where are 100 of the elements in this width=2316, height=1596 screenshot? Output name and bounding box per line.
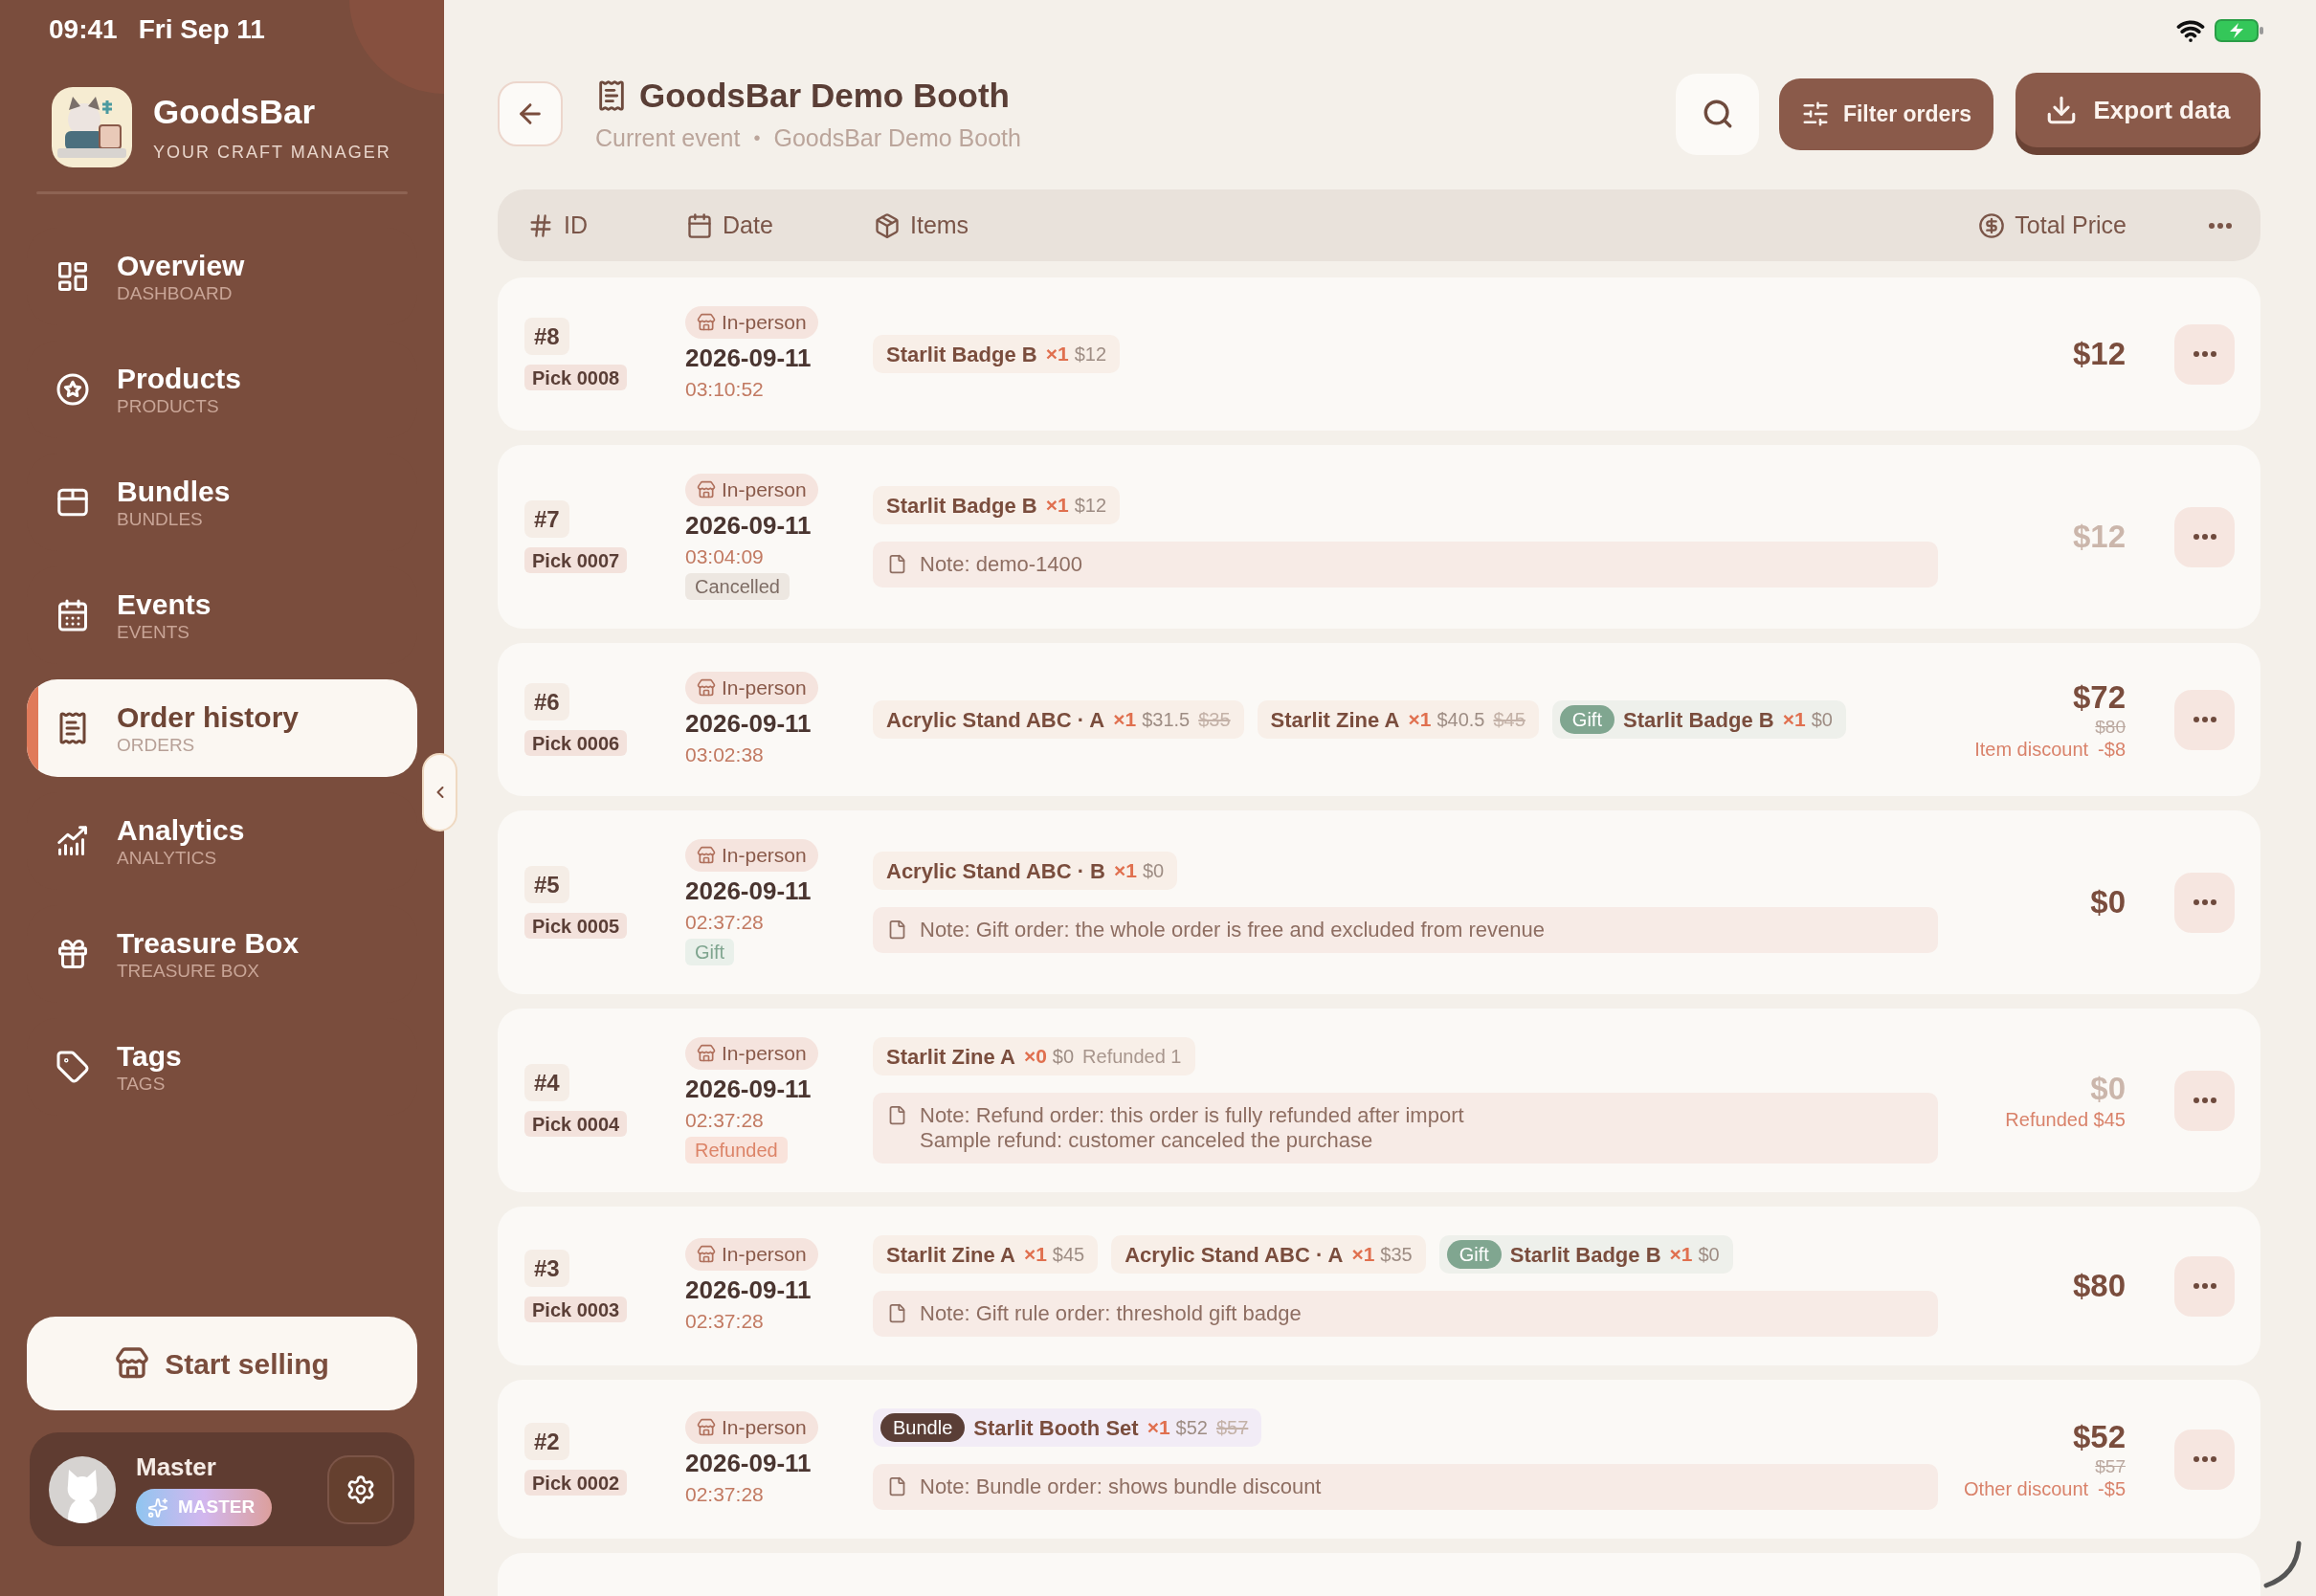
dashboard-icon xyxy=(56,259,90,294)
store-icon xyxy=(697,846,716,865)
logo-icon xyxy=(52,87,132,167)
item-original-price: $57 xyxy=(1215,1416,1249,1440)
item-quantity: ×1 xyxy=(1782,707,1806,733)
battery-icon xyxy=(2215,19,2264,42)
adjustment-label: Item discount xyxy=(1974,738,2089,761)
channel-label: In-person xyxy=(722,477,807,503)
item-price: $45 xyxy=(1052,1243,1085,1267)
item-quantity: ×1 xyxy=(1045,493,1069,519)
nav-item[interactable]: Order history ORDERS xyxy=(27,679,417,777)
channel-label: In-person xyxy=(722,310,807,336)
item-quantity: ×1 xyxy=(1113,707,1137,733)
order-date: 2026-09-11 xyxy=(685,510,812,541)
store-icon xyxy=(697,678,716,698)
order-time: 02:37:28 xyxy=(685,1482,764,1507)
status-tag: Refunded xyxy=(685,1137,788,1164)
column-header: Date xyxy=(723,210,773,240)
order-date: 2026-09-11 xyxy=(685,1074,812,1104)
page-title: GoodsBar Demo Booth xyxy=(639,76,1010,116)
tag-icon xyxy=(56,1050,90,1084)
sparkle-icon xyxy=(147,1496,168,1518)
file-icon xyxy=(887,1303,907,1323)
item-price: $0 xyxy=(1142,859,1165,883)
item-refund-count: Refunded 1 xyxy=(1082,1045,1182,1069)
more-button[interactable] xyxy=(2174,872,2235,933)
more-button[interactable] xyxy=(2174,1255,2235,1317)
channel-label: In-person xyxy=(722,843,807,869)
channel-label: In-person xyxy=(722,1041,807,1067)
ellipsis-icon xyxy=(2193,1097,2216,1103)
store-icon xyxy=(115,1346,150,1381)
item-price: $0 xyxy=(1811,708,1833,732)
item-price: $52 xyxy=(1175,1416,1208,1440)
pick-tag: Pick 0005 xyxy=(524,913,628,939)
app-name: GoodsBar xyxy=(153,92,317,131)
order-total: $12 xyxy=(2072,518,2126,556)
item-name: Acrylic Stand ABC · A xyxy=(886,706,1105,734)
more-button[interactable] xyxy=(2174,1070,2235,1131)
item-price: $12 xyxy=(1074,343,1107,366)
item-price: $35 xyxy=(1380,1243,1413,1267)
item-name: Acrylic Stand ABC · A xyxy=(1125,1241,1344,1269)
order-total: $72 xyxy=(2072,678,2126,717)
pick-tag: Pick 0008 xyxy=(524,365,628,390)
ellipsis-icon xyxy=(2193,717,2216,722)
cube-icon xyxy=(874,211,901,239)
more-button[interactable] xyxy=(2174,1429,2235,1490)
order-time: 03:04:09 xyxy=(685,544,764,569)
subtitle-label: Current event xyxy=(595,123,741,152)
item-quantity: ×1 xyxy=(1147,1415,1170,1441)
item-name: Starlit Zine A xyxy=(886,1241,1015,1269)
order-time: 02:37:28 xyxy=(685,910,764,935)
chart-icon xyxy=(56,824,90,858)
store-icon xyxy=(697,1044,716,1063)
status-tag: Gift xyxy=(685,939,735,965)
more-button[interactable] xyxy=(2174,689,2235,750)
filter-button[interactable]: Filter orders xyxy=(1779,78,1993,150)
back-button[interactable] xyxy=(498,81,563,146)
original-total: $57 xyxy=(2095,1456,2126,1477)
column-header: Total Price xyxy=(2015,210,2127,240)
order-time: 03:02:38 xyxy=(685,743,764,767)
store-icon xyxy=(697,1245,716,1264)
order-date: 2026-09-11 xyxy=(685,1448,812,1478)
status-time: 09:41 xyxy=(49,13,118,46)
order-total: $0 xyxy=(2090,1070,2126,1108)
item-price: $40.5 xyxy=(1436,708,1485,732)
dollar-circle-icon xyxy=(1978,211,2006,239)
column-header: ID xyxy=(564,210,588,240)
ellipsis-icon[interactable] xyxy=(2209,222,2232,229)
more-button[interactable] xyxy=(2174,323,2235,385)
resize-handle-icon[interactable] xyxy=(2262,1541,2303,1588)
star-circle-icon xyxy=(56,372,90,407)
item-name: Starlit Badge B xyxy=(886,492,1037,520)
start-selling-button[interactable]: Start selling xyxy=(27,1317,417,1410)
search-button[interactable] xyxy=(1676,73,1759,155)
pick-tag: Pick 0004 xyxy=(524,1111,628,1137)
gift-tag: Gift xyxy=(1446,1240,1502,1269)
item-quantity: ×0 xyxy=(1023,1044,1047,1070)
item-name: Starlit Booth Set xyxy=(973,1414,1139,1442)
settings-button[interactable] xyxy=(327,1454,394,1524)
item-quantity: ×1 xyxy=(1045,342,1069,367)
file-icon xyxy=(887,1105,907,1125)
pick-tag: Pick 0002 xyxy=(524,1470,628,1496)
profile-name: Master xyxy=(136,1452,217,1481)
item-price: $0 xyxy=(1698,1243,1720,1267)
gift-icon xyxy=(56,937,90,971)
collapse-button[interactable] xyxy=(422,753,457,831)
more-button[interactable] xyxy=(2174,506,2235,567)
original-total: $80 xyxy=(2095,717,2126,738)
item-name: Starlit Zine A xyxy=(886,1043,1015,1071)
calendar-icon xyxy=(686,211,713,239)
note-text: Note: Gift order: the whole order is free and excluded from revenue xyxy=(920,918,1545,942)
ellipsis-icon xyxy=(2193,534,2216,540)
ellipsis-icon xyxy=(2193,351,2216,357)
item-name: Acrylic Stand ABC · B xyxy=(886,857,1105,885)
order-number: #3 xyxy=(524,1250,569,1287)
store-icon xyxy=(697,480,716,499)
item-original-price: $35 xyxy=(1198,708,1231,732)
item-quantity: ×1 xyxy=(1023,1242,1047,1268)
order-total: $12 xyxy=(2072,335,2126,373)
bundle-tag: Bundle xyxy=(880,1413,966,1442)
